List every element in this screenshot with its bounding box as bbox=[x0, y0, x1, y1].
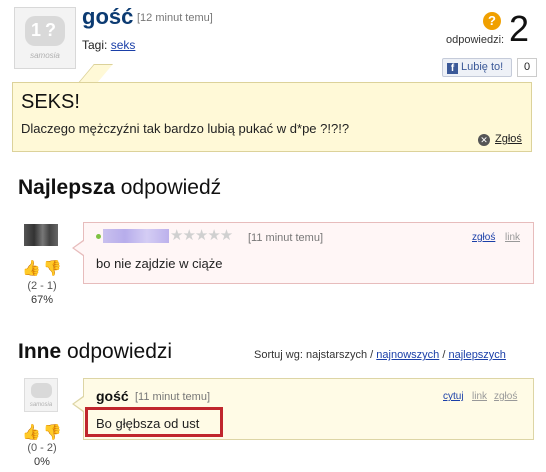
best-answer-text: bo nie zajdzie w ciąże bbox=[96, 256, 223, 271]
avatar-bubble-icon bbox=[31, 383, 52, 398]
avatar-label: samosia bbox=[30, 51, 60, 60]
other-answer-author: gość bbox=[96, 388, 129, 404]
thumbs-up-icon[interactable]: 👍 bbox=[22, 423, 41, 441]
question-mark-icon: ? bbox=[483, 12, 501, 30]
best-answer-tail-inner bbox=[74, 241, 84, 255]
sort-options: Sortuj wg: najstarszych / najnowszych / … bbox=[254, 349, 506, 361]
other-answer-avatar[interactable]: samosia bbox=[24, 378, 58, 412]
report-question-link[interactable]: Zgłoś bbox=[495, 133, 522, 145]
facebook-icon: f bbox=[447, 63, 458, 74]
thumbs-up-icon[interactable]: 👍 bbox=[22, 259, 41, 277]
like-label: Lubię to! bbox=[461, 61, 504, 73]
rating-stars: ★★★★★ bbox=[170, 227, 233, 244]
question-box: SEKS! Dlaczego mężczyźni tak bardzo lubi… bbox=[12, 82, 532, 152]
best-answer-votes: (2 - 1) bbox=[27, 280, 57, 292]
tag-link[interactable]: seks bbox=[111, 38, 136, 52]
best-answer-report-link[interactable]: zgłoś bbox=[472, 232, 495, 243]
question-tags: Tagi: seks bbox=[82, 38, 135, 52]
answers-label: odpowiedzi: bbox=[446, 34, 505, 46]
thumbs-down-icon[interactable]: 👎 bbox=[43, 423, 62, 441]
question-body: Dlaczego mężczyźni tak bardzo lubią puka… bbox=[21, 121, 350, 136]
other-answer-votes: (0 - 2) bbox=[27, 442, 57, 454]
facebook-like-button[interactable]: f Lubię to! bbox=[442, 58, 512, 77]
quote-link[interactable]: cytuj bbox=[443, 391, 464, 402]
avatar-bubble-icon: 1? bbox=[25, 16, 65, 46]
sort-separator: / bbox=[442, 349, 446, 361]
best-answer-heading: Najlepsza odpowiedź bbox=[18, 176, 222, 199]
avatar-label: samosia bbox=[29, 402, 53, 408]
best-answer-time: [11 minut temu] bbox=[248, 232, 323, 244]
question-author: gość bbox=[82, 4, 134, 29]
question-avatar[interactable]: 1? samosia bbox=[14, 7, 76, 69]
sort-label: Sortuj wg: najstarszych / bbox=[254, 349, 374, 361]
other-answer-report-link[interactable]: zgłoś bbox=[494, 391, 517, 402]
question-bubble-tail bbox=[78, 64, 113, 83]
other-answer-time: [11 minut temu] bbox=[135, 391, 210, 403]
sort-best-link[interactable]: najlepszych bbox=[448, 349, 505, 361]
thumbs-down-icon[interactable]: 👎 bbox=[43, 259, 62, 277]
tags-label: Tagi: bbox=[82, 38, 108, 52]
answers-count: 2 bbox=[509, 8, 530, 49]
question-title: SEKS! bbox=[21, 91, 80, 113]
other-answer-tail-inner bbox=[74, 397, 84, 411]
other-answers-heading: Inne odpowiedzi bbox=[18, 340, 173, 363]
other-answer-permalink[interactable]: link bbox=[472, 391, 487, 402]
like-count: 0 bbox=[517, 58, 537, 77]
other-answer-percent: 0% bbox=[34, 456, 50, 468]
online-status-icon bbox=[96, 234, 101, 239]
close-circle-icon[interactable]: ✕ bbox=[478, 134, 490, 146]
best-answer-permalink[interactable]: link bbox=[505, 232, 520, 243]
best-answer-avatar[interactable] bbox=[24, 224, 58, 246]
sort-newest-link[interactable]: najnowszych bbox=[376, 349, 439, 361]
best-answer-author[interactable] bbox=[103, 229, 169, 243]
highlight-box bbox=[85, 407, 223, 437]
question-time: [12 minut temu] bbox=[137, 12, 213, 24]
best-answer-percent: 67% bbox=[30, 294, 54, 306]
